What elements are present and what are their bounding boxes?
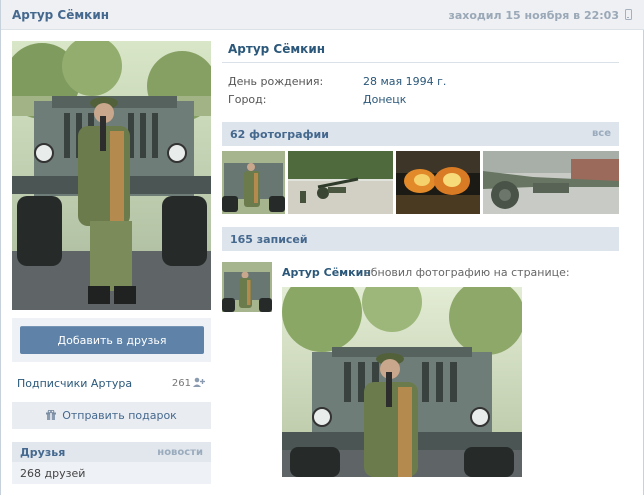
post-avatar-image bbox=[222, 262, 272, 312]
photo-thumbnail[interactable] bbox=[222, 151, 285, 214]
city-value[interactable]: Донецк bbox=[363, 93, 406, 106]
header-name[interactable]: Артур Сёмкин bbox=[12, 8, 109, 22]
birthday-value[interactable]: 28 мая 1994 г. bbox=[363, 75, 446, 88]
gift-icon bbox=[46, 410, 57, 420]
add-friend-button[interactable]: Добавить в друзья bbox=[20, 326, 204, 354]
thumbnail-image bbox=[288, 151, 393, 214]
thumbnail-image bbox=[396, 151, 480, 214]
post-author-avatar[interactable] bbox=[222, 262, 272, 312]
add-friend-panel: Добавить в друзья bbox=[12, 318, 211, 362]
friends-news-link[interactable]: новости bbox=[157, 447, 203, 458]
post-photo-image bbox=[282, 287, 522, 477]
friends-title[interactable]: Друзья bbox=[20, 446, 65, 459]
photo-thumbnail[interactable] bbox=[483, 151, 619, 214]
friends-count-panel: 268 друзей bbox=[12, 462, 211, 484]
name-divider bbox=[222, 62, 619, 63]
photo-thumbnail[interactable] bbox=[396, 151, 480, 214]
profile-name: Артур Сёмкин bbox=[228, 42, 326, 56]
top-bar: Артур Сёмкин заходил 15 ноября в 22:03 bbox=[1, 0, 644, 30]
post-action-text: обновил фотографию на странице: bbox=[364, 266, 570, 279]
phone-icon bbox=[625, 9, 632, 20]
subscribers-label[interactable]: Подписчики Артура bbox=[17, 377, 132, 390]
birthday-label: День рождения: bbox=[228, 75, 324, 88]
profile-page: Артур Сёмкин заходил 15 ноября в 22:03 Д… bbox=[0, 0, 644, 495]
send-gift-button[interactable]: Отправить подарок bbox=[12, 402, 211, 429]
subscribers-count: 261 bbox=[171, 378, 191, 389]
last-seen-status: заходил 15 ноября в 22:03 bbox=[448, 9, 619, 22]
friends-header: Друзья новости bbox=[12, 442, 211, 462]
post-author-name[interactable]: Артур Сёмкин bbox=[282, 266, 371, 279]
photos-title[interactable]: 62 фотографии bbox=[230, 128, 329, 141]
profile-avatar-photo[interactable] bbox=[12, 41, 211, 310]
thumbnail-image bbox=[222, 151, 285, 214]
photos-all-link[interactable]: все bbox=[592, 128, 611, 139]
friends-count[interactable]: 268 друзей bbox=[20, 467, 85, 480]
subscribers-row[interactable]: Подписчики Артура 261 bbox=[17, 377, 205, 391]
wall-title[interactable]: 165 записей bbox=[230, 233, 308, 246]
city-label: Город: bbox=[228, 93, 267, 106]
wall-section-header: 165 записей bbox=[222, 227, 619, 251]
post-photo[interactable] bbox=[282, 287, 522, 477]
thumbnail-image bbox=[483, 151, 619, 214]
subscribers-icon bbox=[193, 377, 205, 387]
photos-section-header: 62 фотографии все bbox=[222, 122, 619, 146]
avatar-image bbox=[12, 41, 211, 310]
photo-thumbnail[interactable] bbox=[288, 151, 393, 214]
send-gift-label: Отправить подарок bbox=[62, 409, 177, 422]
